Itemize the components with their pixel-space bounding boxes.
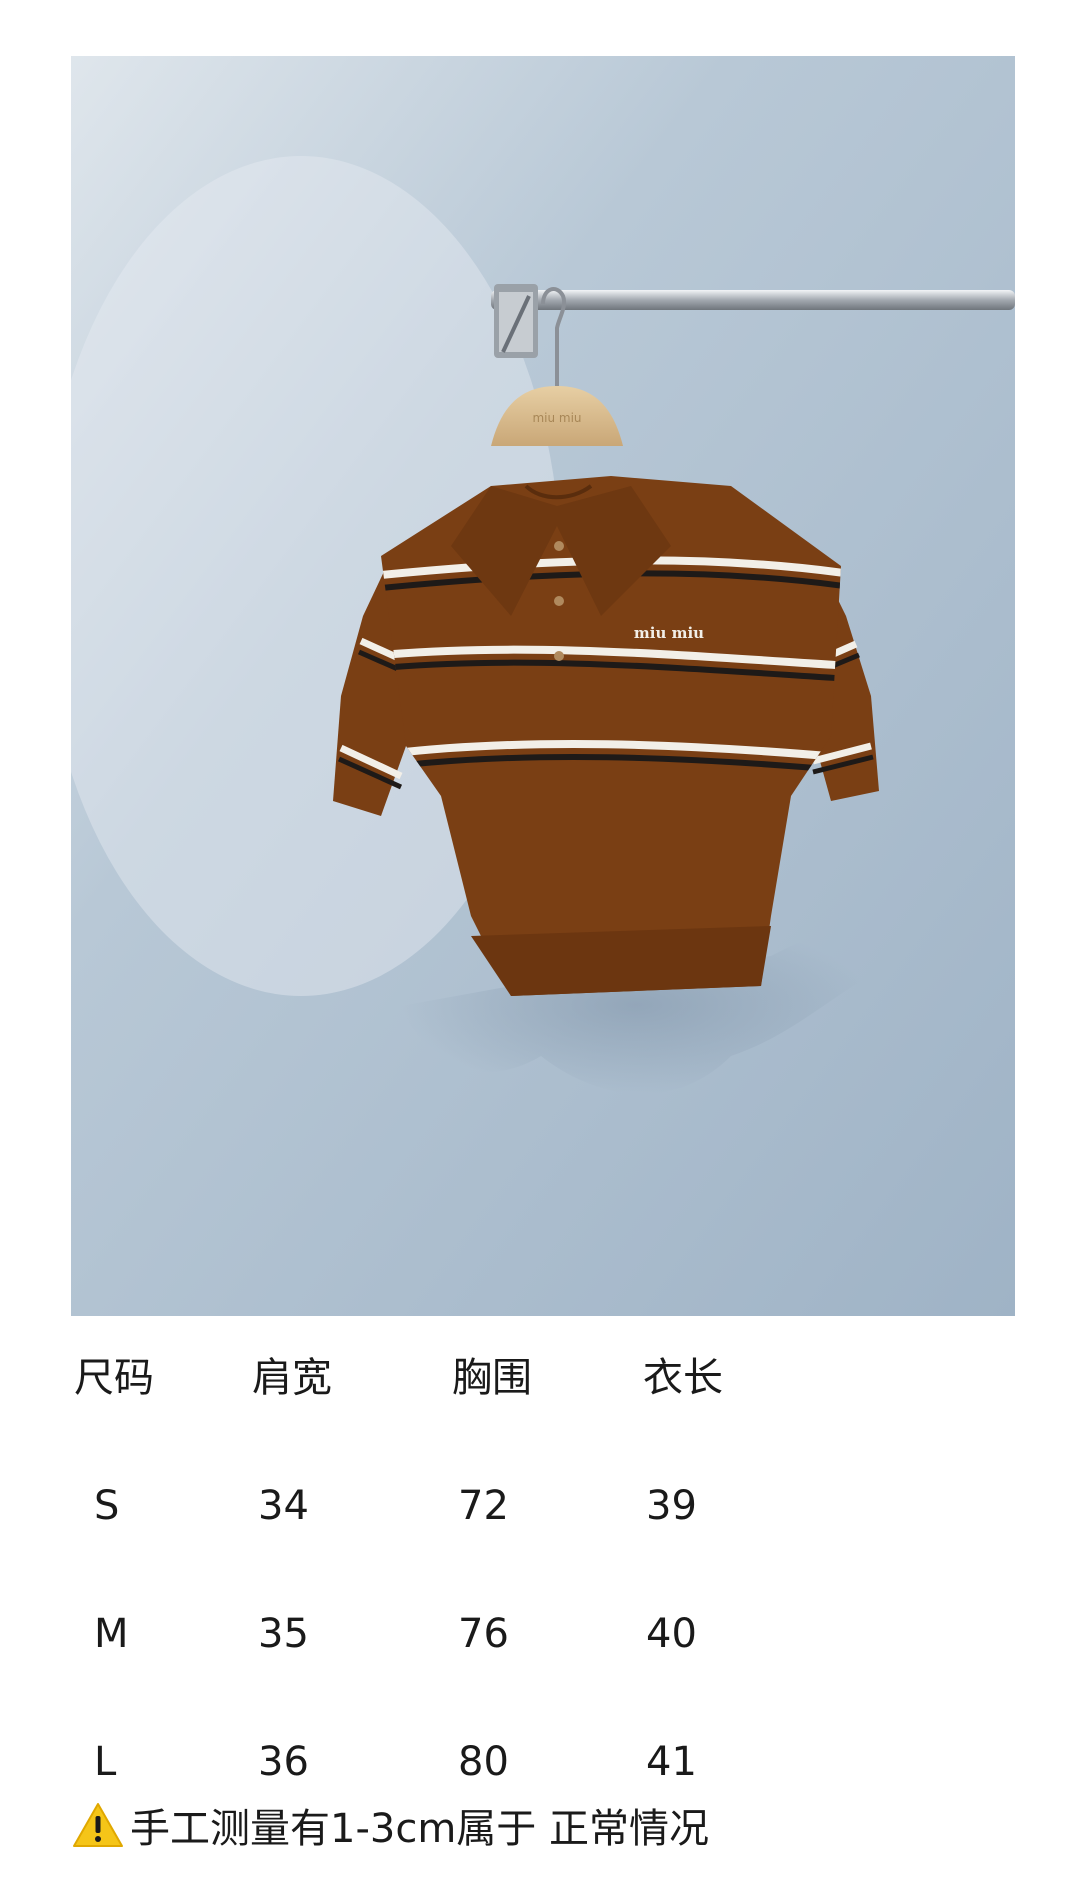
size-value: S xyxy=(94,1483,120,1529)
measurement-note: 手工测量有1-3cm属于 正常情况 xyxy=(72,1800,709,1852)
chest-value: 72 xyxy=(458,1483,509,1529)
shoulder-value: 34 xyxy=(258,1483,309,1529)
product-photo: miu miu miu miu xyxy=(71,56,1015,1316)
size-header: 尺码 xyxy=(74,1355,154,1401)
note-text: 手工测量有1-3cm属于 正常情况 xyxy=(130,1806,710,1852)
length-header: 衣长 xyxy=(643,1355,723,1401)
chest-value: 80 xyxy=(458,1739,509,1785)
shoulder-value: 36 xyxy=(258,1739,309,1785)
size-chart: 尺码 肩宽 胸围 衣长 S 34 72 39 M 35 76 40 L 36 8… xyxy=(0,1316,1080,1826)
warning-icon xyxy=(73,1803,123,1847)
clothing-rail xyxy=(491,290,1015,310)
length-value: 41 xyxy=(646,1739,697,1785)
hanger-logo-text: miu miu xyxy=(532,411,581,425)
length-value: 40 xyxy=(646,1611,697,1657)
shoulder-header: 肩宽 xyxy=(252,1355,332,1401)
length-value: 39 xyxy=(646,1483,697,1529)
product-photo-illustration: miu miu miu miu xyxy=(71,56,1015,1316)
size-value: L xyxy=(94,1739,117,1785)
size-value: M xyxy=(94,1611,129,1657)
garment-logo-text: miu miu xyxy=(634,624,704,642)
shoulder-value: 35 xyxy=(258,1611,309,1657)
chest-value: 76 xyxy=(458,1611,509,1657)
chest-header: 胸围 xyxy=(452,1355,532,1401)
garment-hem xyxy=(471,926,771,996)
